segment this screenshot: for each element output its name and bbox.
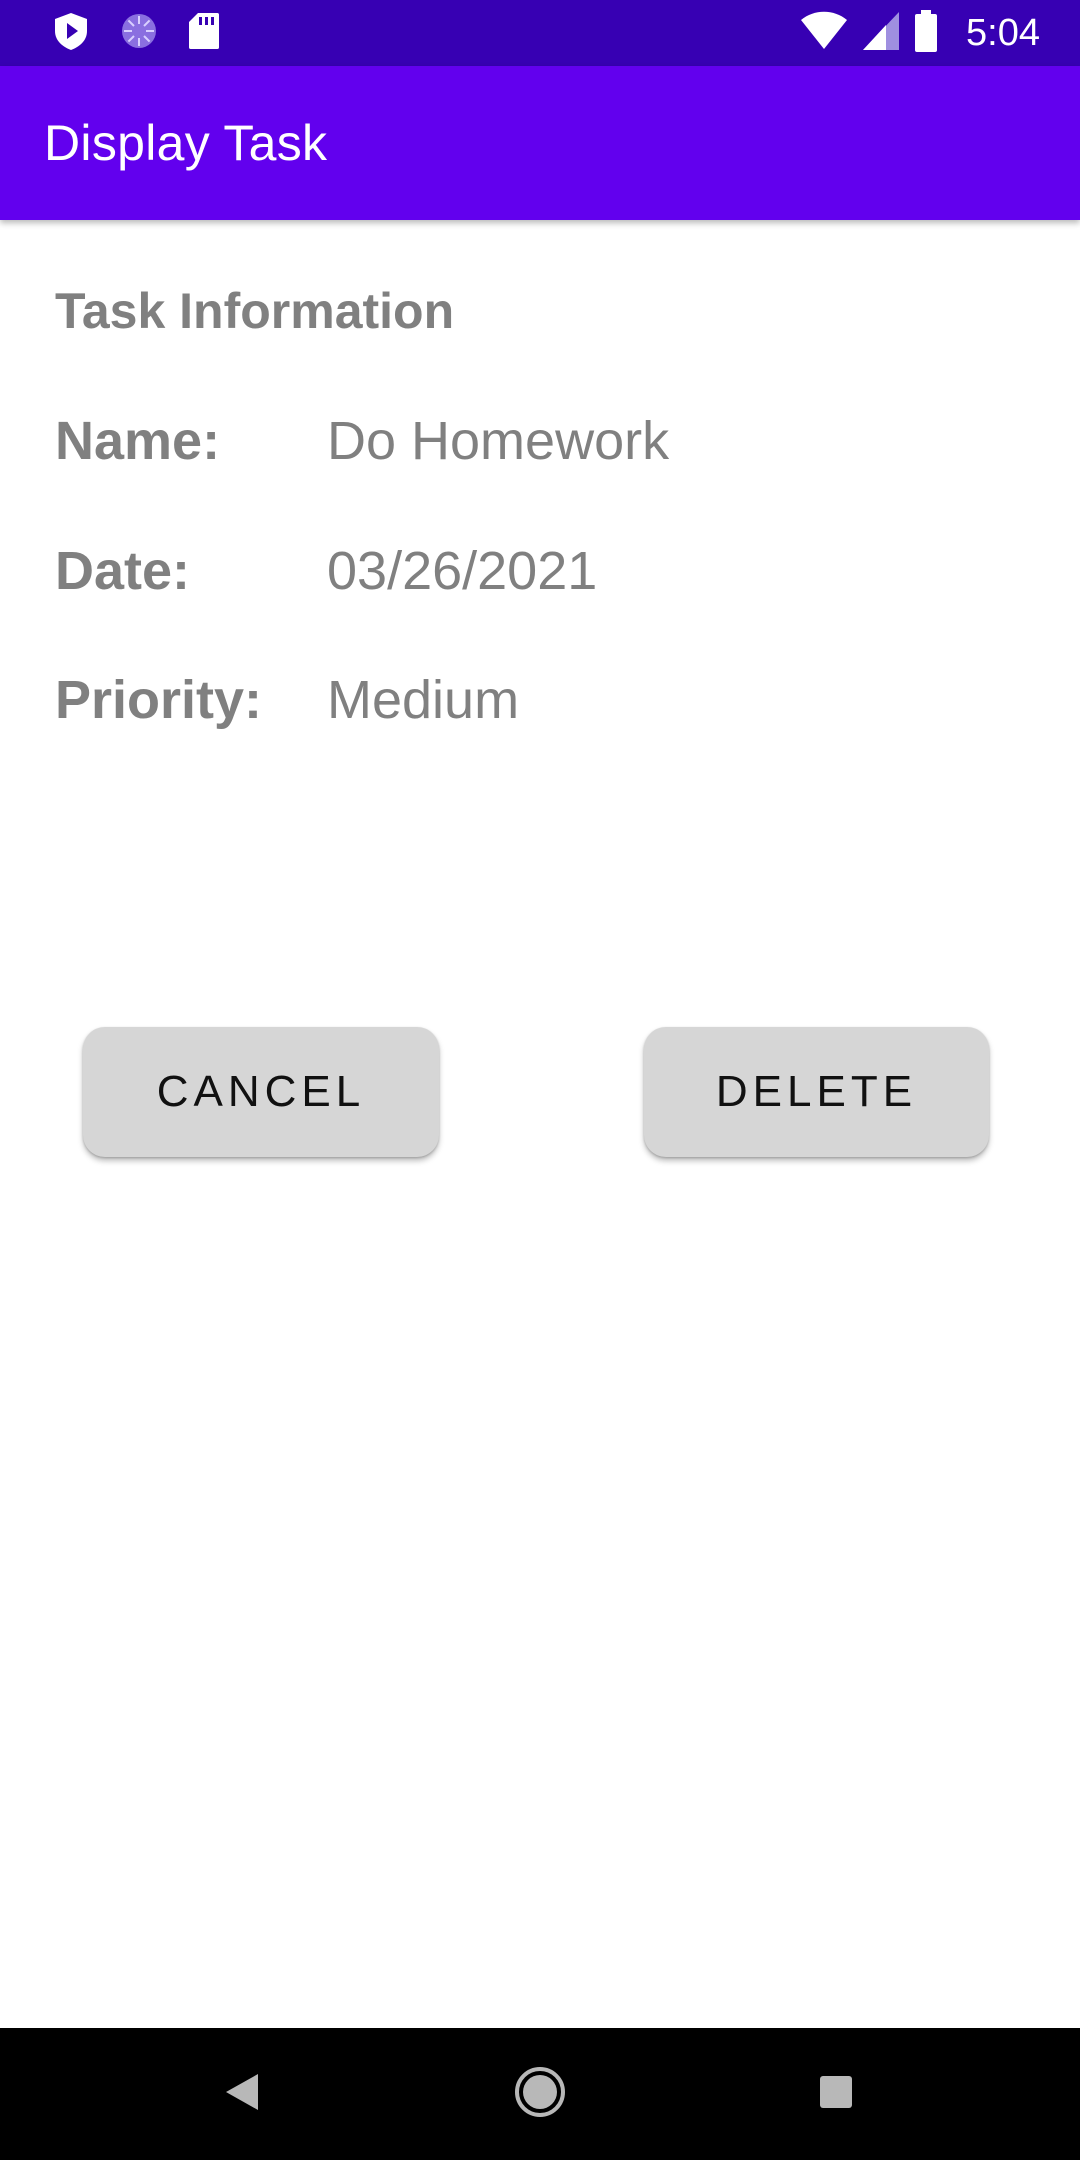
date-label: Date: bbox=[55, 541, 191, 601]
status-bar: 5:04 bbox=[0, 0, 1080, 66]
delete-button[interactable]: DELETE bbox=[644, 1027, 989, 1157]
status-right-icons: 5:04 bbox=[800, 9, 1040, 57]
date-row: Date: 03/26/2021 bbox=[55, 540, 1035, 610]
spinner-icon bbox=[120, 12, 158, 55]
section-heading: Task Information bbox=[55, 283, 455, 339]
cancel-button[interactable]: CANCEL bbox=[83, 1027, 439, 1157]
shield-icon bbox=[52, 11, 90, 56]
status-time: 5:04 bbox=[966, 11, 1040, 54]
name-value: Do Homework bbox=[327, 411, 670, 471]
sd-card-icon bbox=[188, 12, 220, 55]
back-button[interactable] bbox=[176, 2028, 308, 2160]
app-title: Display Task bbox=[44, 115, 328, 171]
name-row: Name: Do Homework bbox=[55, 410, 1035, 480]
status-left-icons bbox=[52, 11, 220, 56]
priority-row: Priority: Medium bbox=[55, 669, 1035, 739]
name-label: Name: bbox=[55, 411, 221, 471]
home-button[interactable] bbox=[474, 2028, 606, 2160]
battery-icon bbox=[914, 9, 938, 57]
home-icon bbox=[513, 2065, 567, 2124]
priority-label: Priority: bbox=[55, 670, 263, 730]
back-icon bbox=[222, 2070, 262, 2119]
signal-icon bbox=[862, 11, 900, 56]
screen: 5:04 Display Task Task Information Name:… bbox=[0, 0, 1080, 2160]
recents-icon bbox=[818, 2074, 854, 2115]
recents-button[interactable] bbox=[770, 2028, 902, 2160]
app-bar: Display Task bbox=[0, 66, 1080, 220]
priority-value: Medium bbox=[327, 670, 520, 730]
navigation-bar bbox=[0, 2028, 1080, 2160]
wifi-icon bbox=[800, 11, 848, 56]
date-value: 03/26/2021 bbox=[327, 541, 598, 601]
